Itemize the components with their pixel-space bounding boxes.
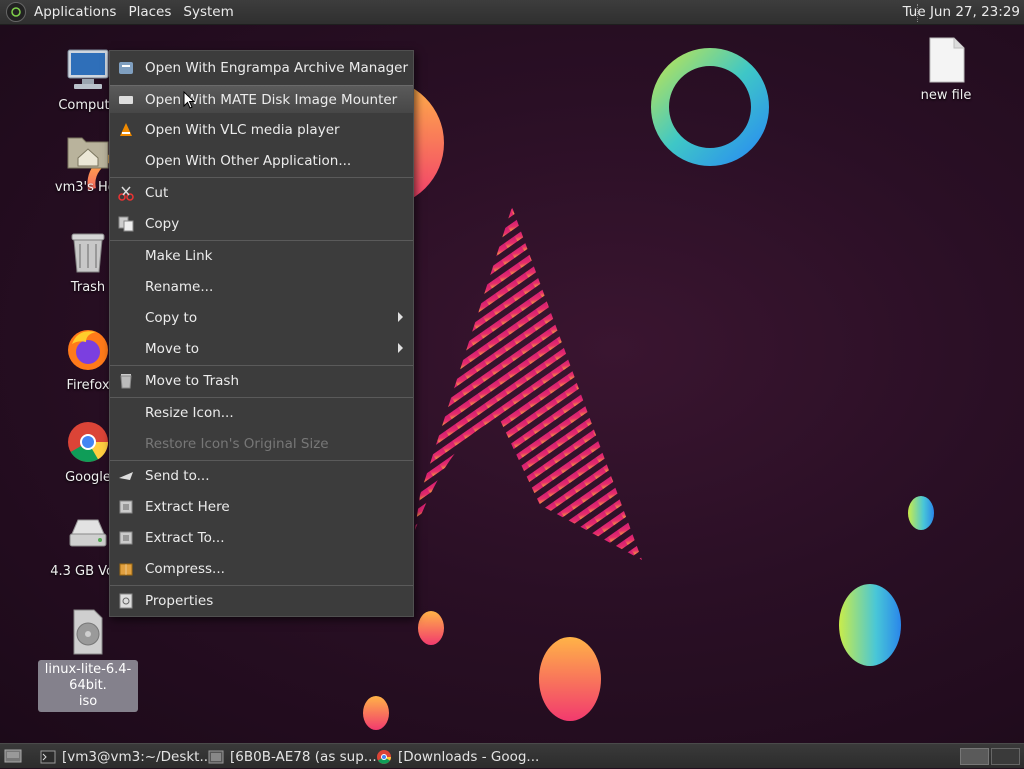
trash-icon [118,373,134,389]
menu-item-make-link[interactable]: Make Link [110,242,413,269]
context-menu: Open With Engrampa Archive Manager Open … [109,50,414,617]
trash-icon [64,228,112,276]
send-icon [118,468,134,484]
workspace-2[interactable] [991,748,1020,765]
disk-mounter-icon [118,92,134,108]
file-manager-icon [208,749,224,765]
drive-icon [64,512,112,560]
menu-separator [110,460,413,461]
clock[interactable]: Tue Jun 27, 23:29 [903,0,1020,25]
menu-item-compress[interactable]: Compress... [110,555,413,582]
disc-image-icon [64,608,112,656]
home-folder-icon [64,128,112,176]
taskbar-item-chrome[interactable]: [Downloads - Goog... [376,746,539,767]
menu-separator [110,177,413,178]
menu-item-rename[interactable]: Rename... [110,273,413,300]
properties-icon [118,593,134,609]
menu-item-move-to-trash[interactable]: Move to Trash [110,367,413,394]
system-menu[interactable]: System [177,0,239,25]
menu-item-send-to[interactable]: Send to... [110,462,413,489]
submenu-arrow-icon [398,312,403,322]
menu-item-open-vlc[interactable]: Open With VLC media player [110,116,413,143]
menu-separator [110,585,413,586]
menu-item-copy[interactable]: Copy [110,210,413,237]
menu-item-open-other[interactable]: Open With Other Application... [110,147,413,174]
desktop-icon-label: linux-lite-6.4-64bit. iso [38,660,138,712]
menu-item-move-to[interactable]: Move to [110,335,413,362]
desktop-icon-label: new file [920,88,972,103]
taskbar-item-file-manager[interactable]: [6B0B-AE78 (as sup... [208,746,377,767]
menu-item-restore-icon-size: Restore Icon's Original Size [145,435,329,452]
places-menu[interactable]: Places [122,0,177,25]
chrome-icon [376,749,392,765]
compress-icon [118,561,134,577]
menu-item-extract-here[interactable]: Extract Here [110,493,413,520]
distro-logo-icon[interactable] [6,2,26,22]
menu-item-properties[interactable]: Properties [110,587,413,614]
mouse-cursor-icon [183,91,195,109]
file-icon [922,36,970,84]
computer-icon [64,46,112,94]
taskbar-item-terminal[interactable]: [vm3@vm3:~/Deskt... [40,746,212,767]
show-desktop-icon[interactable] [4,748,22,764]
menu-item-extract-to[interactable]: Extract To... [110,524,413,551]
top-panel: Applications Places System Tue Jun 27, 2… [0,0,1024,25]
menu-separator [110,240,413,241]
menu-separator [110,397,413,398]
desktop-icon-iso[interactable]: linux-lite-6.4-64bit. iso [38,608,138,712]
scissors-icon [118,185,134,201]
chrome-icon [64,418,112,466]
workspace-switcher[interactable] [960,748,1020,765]
bottom-panel: [vm3@vm3:~/Deskt... [6B0B-AE78 (as sup..… [0,743,1024,768]
applications-menu[interactable]: Applications [28,0,122,25]
terminal-icon [40,749,56,765]
extract-icon [118,499,134,515]
archive-manager-icon [118,60,134,76]
copy-icon [118,216,134,232]
vlc-icon [118,122,134,138]
menu-item-cut[interactable]: Cut [110,179,413,206]
submenu-arrow-icon [398,343,403,353]
firefox-icon [64,326,112,374]
menu-separator [110,365,413,366]
menu-item-resize-icon[interactable]: Resize Icon... [110,399,413,426]
menu-item-open-engrampa[interactable]: Open With Engrampa Archive Manager [110,54,413,81]
menu-item-copy-to[interactable]: Copy to [110,304,413,331]
desktop-icon-new-file[interactable]: new file [896,36,996,103]
extract-icon [118,530,134,546]
workspace-1[interactable] [960,748,989,765]
menu-item-open-disk-mounter[interactable]: Open With MATE Disk Image Mounter [110,85,413,113]
